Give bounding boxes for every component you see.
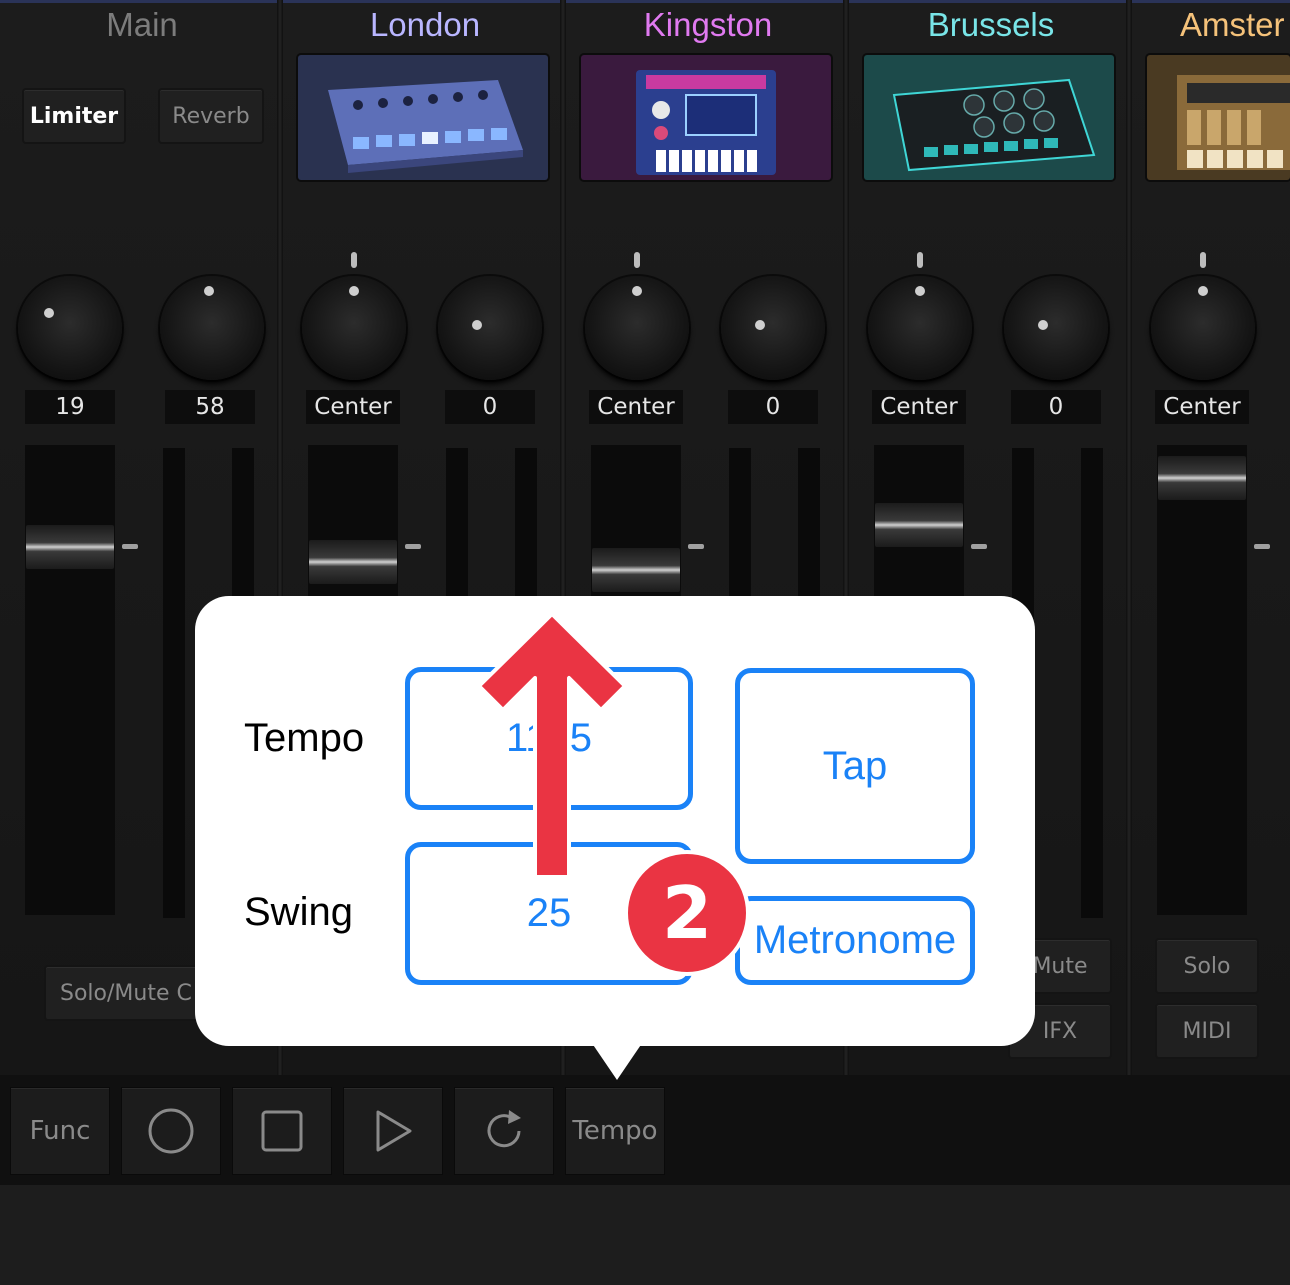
limiter-button[interactable]: Limiter — [22, 88, 126, 144]
level-meter — [163, 448, 185, 918]
london-pan-value: Center — [306, 390, 400, 424]
main-fader-cap[interactable] — [26, 525, 114, 569]
london-fader-cap[interactable] — [309, 540, 397, 584]
amster-fader-cap[interactable] — [1158, 456, 1246, 500]
main-knob-2[interactable] — [160, 276, 264, 380]
amster-pan-knob[interactable] — [1151, 276, 1255, 380]
popover-pointer — [583, 1030, 651, 1080]
unity-mark — [405, 544, 421, 549]
knob-indicator — [755, 320, 765, 330]
brussels-send-knob[interactable] — [1004, 276, 1108, 380]
main-fader-track[interactable] — [25, 445, 115, 915]
pan-center-tick — [917, 252, 923, 268]
main-knob-1-value: 19 — [25, 390, 115, 424]
brussels-fader-cap[interactable] — [875, 503, 963, 547]
play-icon — [376, 1110, 412, 1152]
tempo-button[interactable]: Tempo — [565, 1087, 665, 1175]
step-number-badge: 2 — [624, 850, 750, 976]
unity-mark — [971, 544, 987, 549]
channel-title-main: Main — [106, 6, 178, 43]
channel-title-brussels[interactable]: Brussels — [871, 6, 1111, 44]
pan-center-tick — [634, 252, 640, 268]
stop-button[interactable] — [232, 1087, 332, 1175]
level-meter — [1081, 448, 1103, 918]
knob-indicator — [915, 286, 925, 296]
keyboard-rack-icon — [1177, 75, 1290, 170]
amster-midi-button[interactable]: MIDI — [1155, 1003, 1259, 1059]
pan-center-tick — [351, 252, 357, 268]
brussels-send-value: 0 — [1011, 390, 1101, 424]
amster-fader-track[interactable] — [1157, 445, 1247, 915]
loop-icon — [487, 1110, 521, 1148]
loop-button[interactable] — [454, 1087, 554, 1175]
drum-machine-icon — [328, 80, 523, 173]
kingston-fader-cap[interactable] — [592, 548, 680, 592]
instrument-thumbnail-amster[interactable] — [1147, 55, 1290, 180]
brussels-pan-value: Center — [872, 390, 966, 424]
knob-indicator — [204, 286, 214, 296]
footer-area — [0, 1185, 1290, 1285]
reverb-button[interactable]: Reverb — [158, 88, 264, 144]
metronome-button[interactable]: Metronome — [735, 896, 975, 985]
instrument-thumbnail-london[interactable] — [298, 55, 548, 180]
unity-mark — [1254, 544, 1270, 549]
stop-icon — [261, 1110, 303, 1152]
tempo-label: Tempo — [244, 716, 365, 760]
play-button[interactable] — [343, 1087, 443, 1175]
knob-indicator — [349, 286, 359, 296]
channel-title-london[interactable]: London — [305, 6, 545, 44]
instrument-thumbnail-kingston[interactable] — [581, 55, 831, 180]
pan-center-tick — [1200, 252, 1206, 268]
record-button[interactable] — [121, 1087, 221, 1175]
main-knob-2-value: 58 — [165, 390, 255, 424]
annotation-arrow-up-icon — [477, 612, 627, 879]
main-knob-1[interactable] — [18, 276, 122, 380]
london-pan-knob[interactable] — [302, 276, 406, 380]
func-button[interactable]: Func — [10, 1087, 110, 1175]
groovebox-icon — [892, 78, 1096, 172]
knob-indicator — [1038, 320, 1048, 330]
unity-mark — [688, 544, 704, 549]
amster-pan-value: Center — [1155, 390, 1249, 424]
knob-indicator — [472, 320, 482, 330]
record-icon — [148, 1108, 194, 1154]
london-send-value: 0 — [445, 390, 535, 424]
amster-solo-button[interactable]: Solo — [1155, 938, 1259, 994]
unity-mark — [122, 544, 138, 549]
kingston-pan-knob[interactable] — [585, 276, 689, 380]
kingston-pan-value: Center — [589, 390, 683, 424]
channel-divider — [1126, 0, 1132, 1075]
channel-title-kingston[interactable]: Kingston — [588, 6, 828, 44]
kingston-send-knob[interactable] — [721, 276, 825, 380]
brussels-pan-knob[interactable] — [868, 276, 972, 380]
london-send-knob[interactable] — [438, 276, 542, 380]
synth-arcade-icon — [636, 70, 776, 175]
kingston-send-value: 0 — [728, 390, 818, 424]
channel-title-amster[interactable]: Amster — [1180, 6, 1285, 44]
swing-label: Swing — [244, 890, 353, 934]
tap-tempo-button[interactable]: Tap — [735, 668, 975, 864]
instrument-thumbnail-brussels[interactable] — [864, 55, 1114, 180]
knob-indicator — [1198, 286, 1208, 296]
top-accent-line — [0, 0, 1290, 3]
knob-indicator — [632, 286, 642, 296]
knob-indicator — [44, 308, 54, 318]
